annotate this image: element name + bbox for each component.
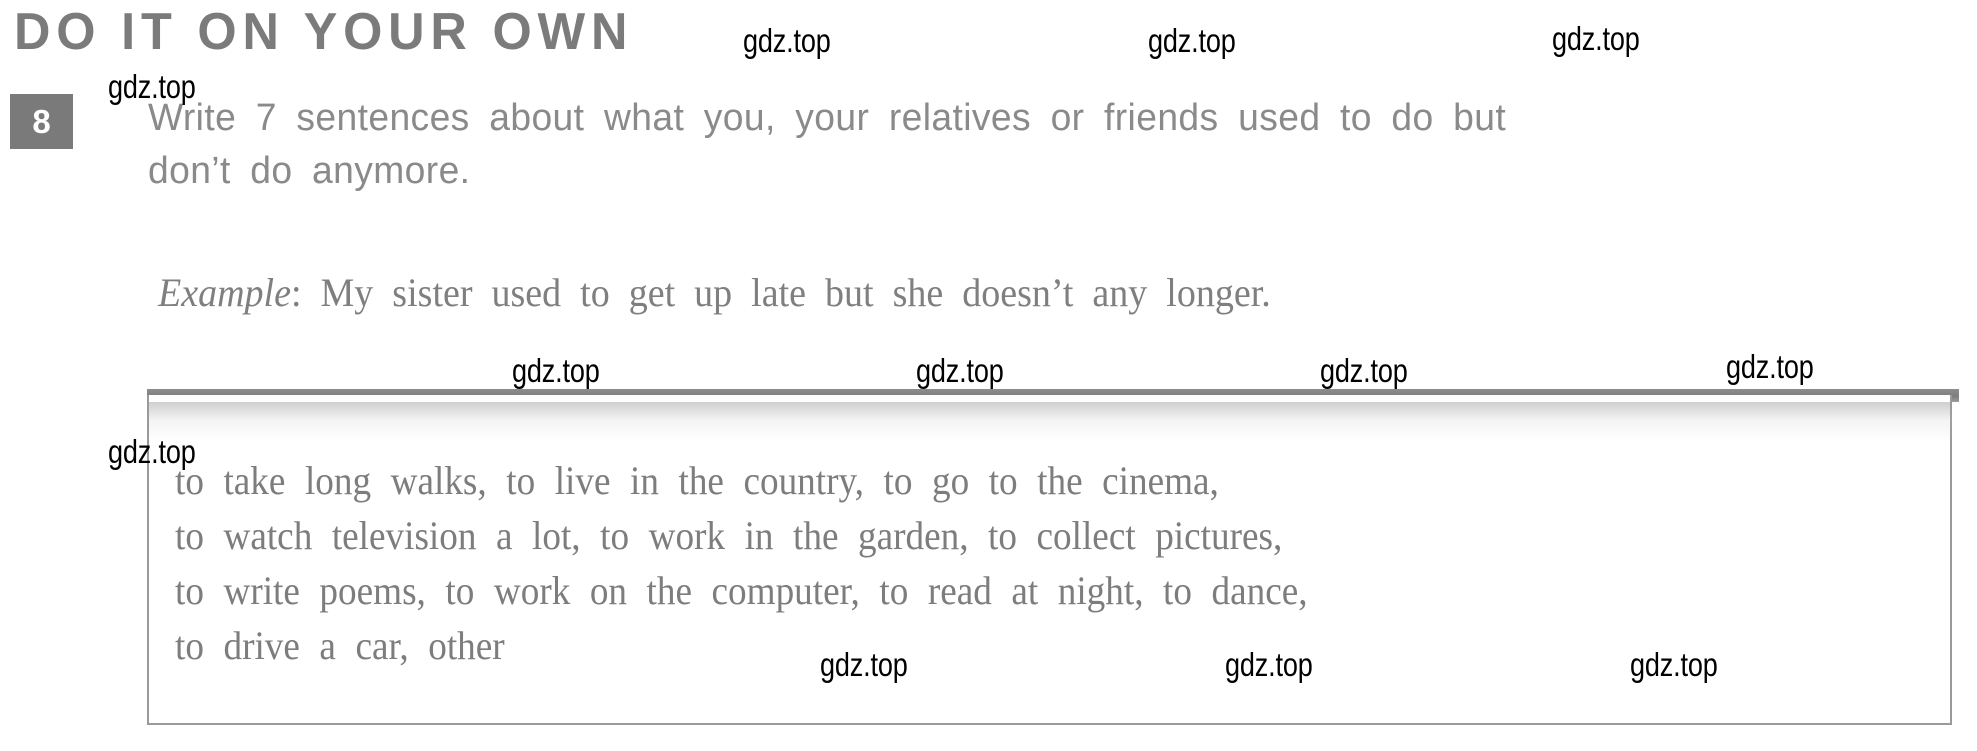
- watermark: gdz.top: [1320, 352, 1408, 389]
- example-separator: :: [290, 270, 302, 315]
- word-bank-line-2: to watch television a lot, to work in th…: [175, 513, 1283, 558]
- word-bank-line-1: to take long walks, to live in the count…: [175, 458, 1219, 503]
- exercise-number-badge: 8: [10, 94, 73, 149]
- task-instruction-line-1: Write 7 sentences about what you, your r…: [148, 97, 1507, 139]
- word-bank-line-3: to write poems, to work on the computer,…: [175, 568, 1308, 613]
- word-bank-text: to take long walks, to live in the count…: [175, 453, 1812, 673]
- word-bank-line-4: to drive a car, other: [175, 623, 505, 668]
- watermark: gdz.top: [820, 646, 908, 683]
- watermark: gdz.top: [1148, 22, 1236, 59]
- task-instruction: Write 7 sentences about what you, your r…: [148, 92, 1937, 198]
- worksheet-page: DO IT ON YOUR OWN 8 Write 7 sentences ab…: [0, 0, 1977, 751]
- watermark: gdz.top: [1225, 646, 1313, 683]
- watermark: gdz.top: [1630, 646, 1718, 683]
- watermark: gdz.top: [916, 352, 1004, 389]
- section-heading: DO IT ON YOUR OWN: [14, 3, 634, 61]
- watermark: gdz.top: [108, 68, 196, 105]
- example-line: Example: My sister used to get up late b…: [158, 269, 1271, 316]
- watermark: gdz.top: [1726, 348, 1814, 385]
- watermark: gdz.top: [743, 22, 831, 59]
- example-label: Example: [158, 270, 291, 315]
- watermark: gdz.top: [108, 433, 196, 470]
- task-instruction-line-2: don’t do anymore.: [148, 150, 471, 192]
- watermark: gdz.top: [512, 352, 600, 389]
- example-sentence: My sister used to get up late but she do…: [320, 270, 1271, 315]
- watermark: gdz.top: [1552, 20, 1640, 57]
